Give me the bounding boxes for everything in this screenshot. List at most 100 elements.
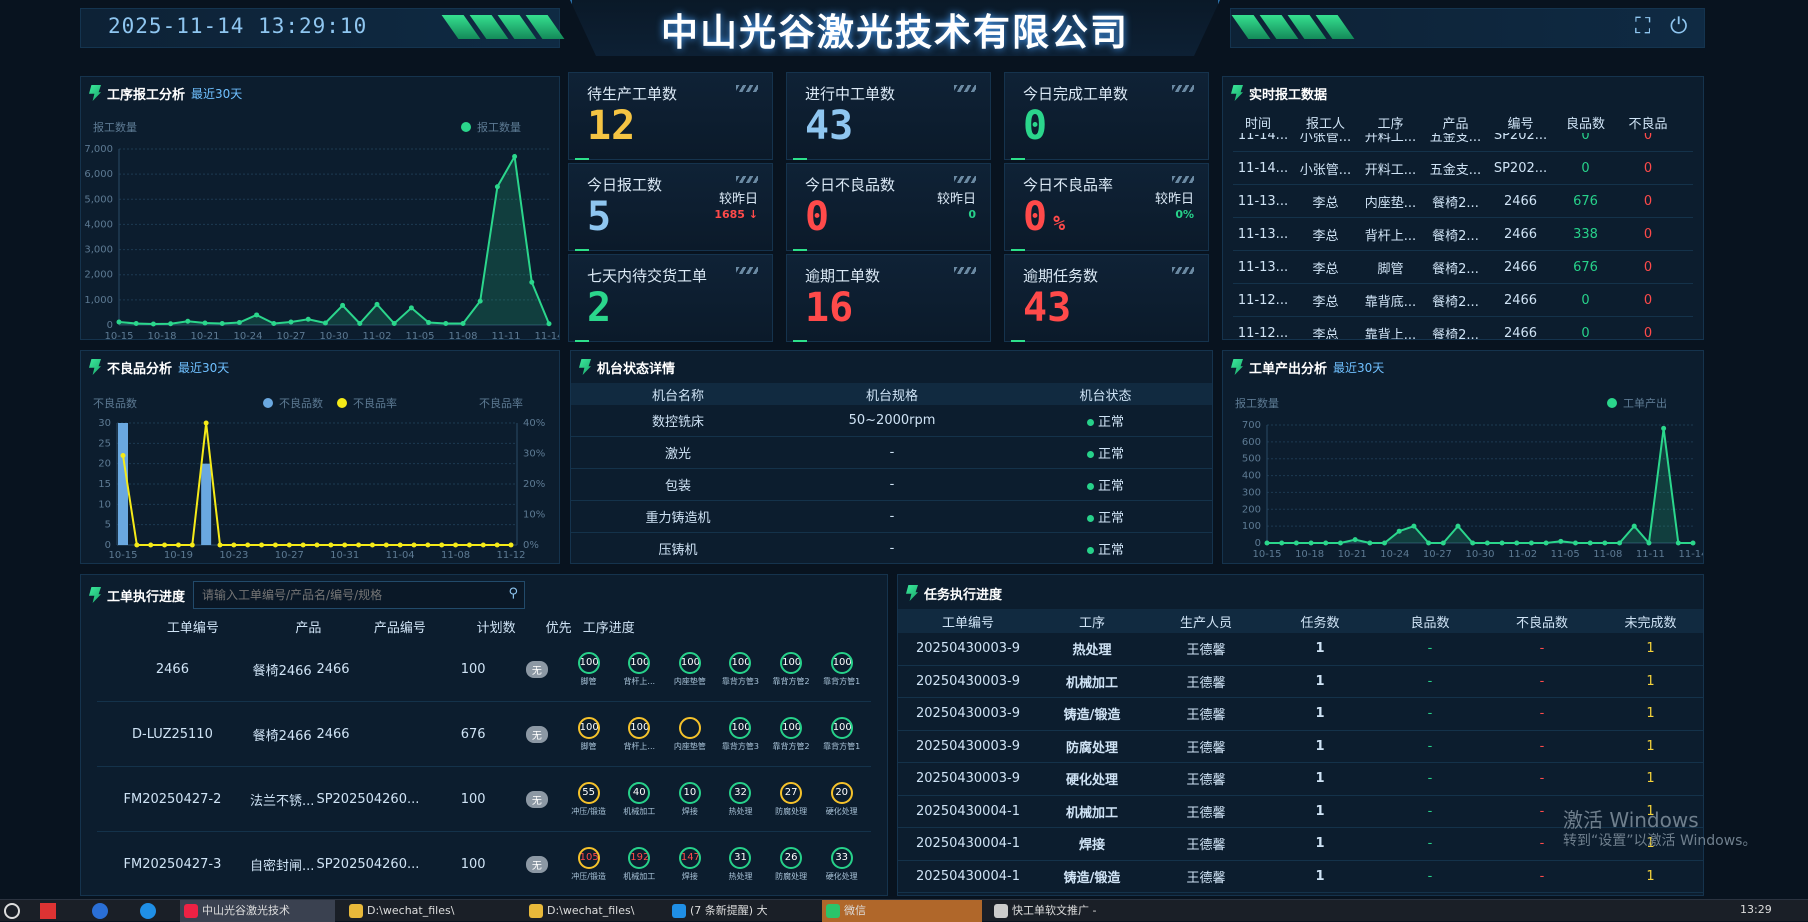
- data-point[interactable]: [1617, 540, 1623, 546]
- process-step[interactable]: 31 热处理: [719, 846, 762, 882]
- data-point[interactable]: [383, 542, 389, 548]
- data-point[interactable]: [1675, 540, 1681, 546]
- kpi-card[interactable]: 逾期工单数 16: [786, 254, 991, 342]
- data-point[interactable]: [245, 542, 251, 548]
- data-point[interactable]: [1528, 540, 1534, 546]
- search-icon[interactable]: [4, 903, 20, 919]
- data-point[interactable]: [443, 320, 449, 326]
- taskbar-item[interactable]: (7 条新提醒) 大: [668, 900, 808, 922]
- table-row[interactable]: 数控铣床 50~2000rpm 正常: [571, 405, 1212, 437]
- process-step[interactable]: 100 脚管: [567, 716, 610, 752]
- data-point[interactable]: [460, 320, 466, 326]
- process-step[interactable]: 100 靠背方管2: [770, 651, 813, 687]
- process-step[interactable]: 26 防腐处理: [770, 846, 813, 882]
- data-point[interactable]: [425, 542, 431, 548]
- data-point[interactable]: [116, 319, 122, 325]
- data-point[interactable]: [1484, 540, 1490, 546]
- data-point[interactable]: [494, 184, 500, 190]
- process-step[interactable]: 100 靠背方管3: [719, 651, 762, 687]
- data-point[interactable]: [148, 542, 154, 548]
- data-point[interactable]: [162, 542, 168, 548]
- data-point[interactable]: [357, 320, 363, 326]
- data-point[interactable]: [466, 542, 472, 548]
- data-point[interactable]: [1382, 540, 1388, 546]
- fullscreen-icon[interactable]: ⛶: [1635, 14, 1650, 39]
- app-icon[interactable]: [40, 903, 56, 919]
- taskbar-item[interactable]: 微信: [822, 900, 982, 922]
- data-point[interactable]: [300, 542, 306, 548]
- table-row[interactable]: 包装 - 正常: [571, 469, 1212, 501]
- data-point[interactable]: [1470, 540, 1476, 546]
- data-point[interactable]: [1293, 540, 1299, 546]
- process-step[interactable]: 10 焊接: [669, 781, 712, 817]
- taskbar-item[interactable]: D:\wechat_files\: [345, 900, 505, 922]
- kpi-card[interactable]: 今日不良品数 0 较昨日 0: [786, 163, 991, 251]
- data-point[interactable]: [219, 320, 225, 326]
- table-row[interactable]: 11-13... 李总 内座垫... 餐椅2... 2466 676 0: [1233, 185, 1693, 218]
- data-point[interactable]: [203, 420, 209, 426]
- process-step[interactable]: 32 热处理: [719, 781, 762, 817]
- process-step[interactable]: 55 冲压/锻造: [567, 781, 610, 817]
- machine-table-body[interactable]: 数控铣床 50~2000rpm 正常 激光 - 正常 包装 - 正常 重力铸造机 - 正常 压铸机 - 正常: [571, 405, 1212, 563]
- kpi-card[interactable]: 今日报工数 5 较昨日 1685 ↓: [568, 163, 773, 251]
- data-point[interactable]: [328, 542, 334, 548]
- data-point[interactable]: [286, 542, 292, 548]
- data-point[interactable]: [340, 302, 346, 308]
- data-point[interactable]: [202, 320, 208, 326]
- process-step[interactable]: 105 冲压/锻造: [567, 846, 610, 882]
- process-step[interactable]: 100 背杆上...: [618, 651, 661, 687]
- bar[interactable]: [201, 463, 212, 545]
- process-step[interactable]: 147 焊接: [669, 846, 712, 882]
- table-row[interactable]: 20250430003-9 铸造/锻造 王德馨 1 - - 1: [898, 698, 1703, 731]
- data-point[interactable]: [272, 542, 278, 548]
- data-point[interactable]: [1308, 540, 1314, 546]
- data-point[interactable]: [426, 319, 432, 325]
- data-point[interactable]: [439, 542, 445, 548]
- data-point[interactable]: [1279, 540, 1285, 546]
- task-table-body[interactable]: 20250430003-9 热处理 王德馨 1- -1 20250430003-9 机械加工…: [898, 633, 1703, 895]
- kpi-card[interactable]: 逾期任务数 43: [1004, 254, 1209, 342]
- data-point[interactable]: [1352, 537, 1358, 543]
- browser-icon[interactable]: [140, 903, 156, 919]
- table-row[interactable]: 重力铸造机 - 正常: [571, 501, 1212, 533]
- data-point[interactable]: [494, 542, 500, 548]
- table-row[interactable]: FM20250427-3 自密封闸... SP202504260... 100 无 105…: [97, 832, 871, 895]
- data-point[interactable]: [1690, 540, 1696, 546]
- table-row[interactable]: 11-12... 李总 靠背底... 餐椅2... 2466 0 0: [1233, 284, 1693, 317]
- data-point[interactable]: [1587, 540, 1593, 546]
- data-point[interactable]: [1455, 523, 1461, 529]
- process-step[interactable]: 40 机械加工: [618, 781, 661, 817]
- data-point[interactable]: [1426, 540, 1432, 546]
- data-point[interactable]: [1264, 540, 1270, 546]
- data-point[interactable]: [391, 320, 397, 326]
- data-point[interactable]: [189, 542, 195, 548]
- data-point[interactable]: [1337, 540, 1343, 546]
- taskbar-item[interactable]: D:\wechat_files\: [525, 900, 655, 922]
- process-step[interactable]: 33 硬化处理: [820, 846, 863, 882]
- table-row[interactable]: D-LUZ25110 餐椅2466 2466 676 无 100 脚管 100 背杆上... 内座…: [97, 702, 871, 767]
- taskbar-item[interactable]: 中山光谷激光技术: [180, 900, 335, 922]
- data-point[interactable]: [342, 542, 348, 548]
- process-step[interactable]: 100 背杆上...: [618, 716, 661, 752]
- data-point[interactable]: [1646, 540, 1652, 546]
- data-point[interactable]: [508, 542, 514, 548]
- data-point[interactable]: [1499, 540, 1505, 546]
- data-point[interactable]: [1411, 523, 1417, 529]
- table-row[interactable]: 11-14... 小张管... 开料工... 五金支... SP202... 0 0: [1233, 152, 1693, 185]
- data-point[interactable]: [1572, 540, 1578, 546]
- data-point[interactable]: [254, 312, 260, 318]
- process-step[interactable]: 100 内座垫管: [669, 651, 712, 687]
- data-point[interactable]: [356, 542, 362, 548]
- table-row[interactable]: 压铸机 - 正常: [571, 533, 1212, 563]
- power-icon[interactable]: ⏻: [1670, 14, 1687, 39]
- process-step[interactable]: 100 靠背方管3: [719, 716, 762, 752]
- data-point[interactable]: [1661, 425, 1667, 431]
- kpi-card[interactable]: 七天内待交货工单 2: [568, 254, 773, 342]
- data-point[interactable]: [168, 321, 174, 327]
- data-point[interactable]: [134, 542, 140, 548]
- process-step[interactable]: 27 防腐处理: [770, 781, 813, 817]
- table-row[interactable]: FM20250427-2 法兰不锈... SP202504260... 100 无 55 冲…: [97, 767, 871, 832]
- table-row[interactable]: 20250430003-9 防腐处理 王德馨 1 - - 1: [898, 731, 1703, 763]
- data-point[interactable]: [305, 316, 311, 322]
- kpi-card[interactable]: 待生产工单数 12: [568, 72, 773, 160]
